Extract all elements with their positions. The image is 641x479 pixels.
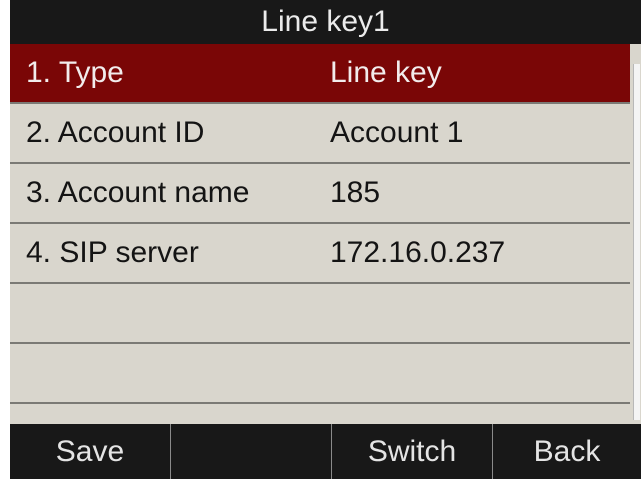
list-item-account-name[interactable]: 3. Account name 185 — [10, 164, 630, 224]
list-item-value: 172.16.0.237 — [330, 236, 506, 269]
list-item-label: 4. SIP server — [26, 236, 199, 269]
switch-softkey-label: Switch — [367, 435, 457, 468]
back-softkey-label: Back — [533, 435, 601, 468]
save-softkey-label: Save — [55, 435, 125, 468]
settings-list: 1. Type Line key 2. Account ID Account 1… — [10, 44, 630, 424]
list-item-label: 3. Account name — [26, 176, 250, 209]
list-item-sip-server[interactable]: 4. SIP server 172.16.0.237 — [10, 224, 630, 284]
list-item-type[interactable]: 1. Type Line key — [10, 44, 630, 104]
list-item-label: 1. Type — [26, 56, 124, 89]
list-item-label: 2. Account ID — [26, 116, 205, 149]
save-softkey[interactable]: Save — [10, 424, 170, 479]
switch-softkey[interactable]: Switch — [332, 424, 492, 479]
list-item-empty — [10, 284, 630, 344]
list-item-value: 185 — [330, 176, 381, 209]
list-item-account-id[interactable]: 2. Account ID Account 1 — [10, 104, 630, 164]
phone-screen: Line key1 1. Type Line key 2. Account ID… — [0, 0, 641, 479]
list-item-value: Line key — [330, 56, 442, 89]
softkey-bar: Save Switch Back — [10, 424, 641, 479]
page-title: Line key1 — [261, 5, 390, 38]
list-item-value: Account 1 — [330, 116, 464, 149]
list-item-empty — [10, 344, 630, 404]
title-bar: Line key1 — [10, 0, 641, 44]
lcd-display: Line key1 1. Type Line key 2. Account ID… — [10, 0, 641, 479]
back-softkey[interactable]: Back — [493, 424, 641, 479]
scrollbar[interactable] — [633, 64, 640, 420]
empty-softkey[interactable] — [171, 424, 331, 479]
